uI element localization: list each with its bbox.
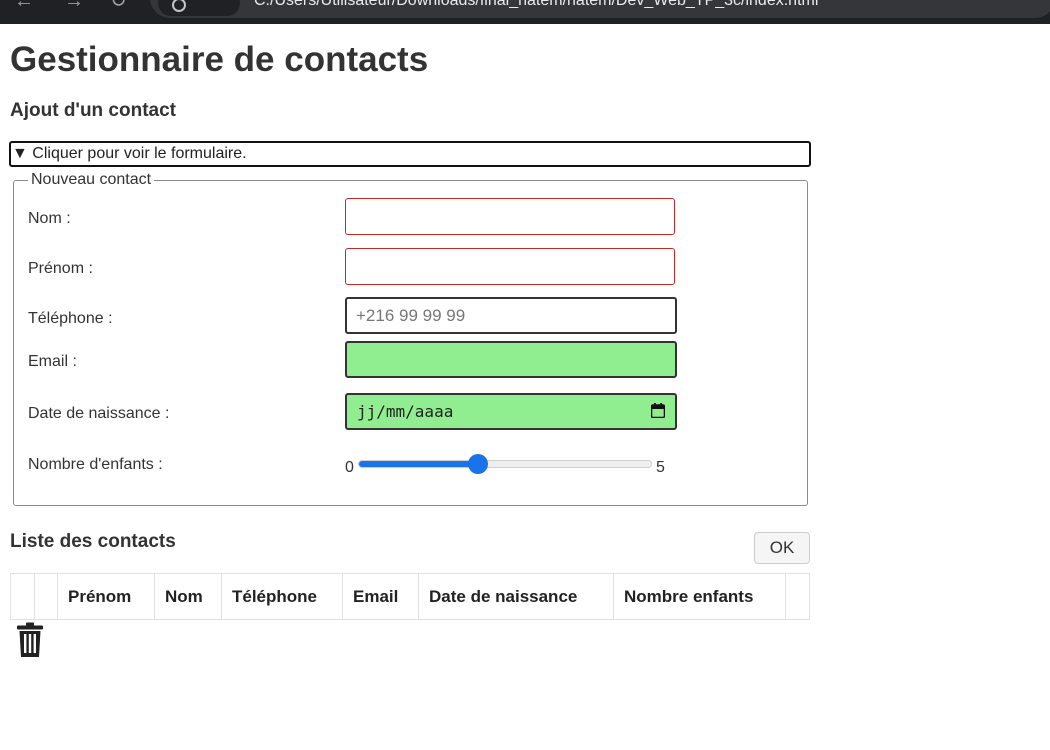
back-arrow-icon[interactable]: ← <box>14 0 34 11</box>
enfants-label: Nombre d'enfants : <box>28 456 163 473</box>
site-info-icon <box>172 0 186 12</box>
enfants-slider-thumb[interactable] <box>467 454 488 474</box>
range-max-label: 5 <box>656 459 665 476</box>
url-text: C:/Users/Utilisateur/Downloads/final_hat… <box>254 0 819 9</box>
trash-icon[interactable] <box>16 622 44 658</box>
header-telephone: Téléphone <box>222 574 343 619</box>
table-header-cell <box>11 574 35 619</box>
email-label: Email : <box>28 353 77 370</box>
table-header-cell <box>786 574 809 619</box>
ok-button[interactable]: OK <box>754 532 810 564</box>
telephone-label: Téléphone : <box>28 310 113 327</box>
range-min-label: 0 <box>345 459 354 476</box>
nom-label: Nom : <box>28 210 71 227</box>
form-toggle-summary[interactable]: ▼ Cliquer pour voir le formulaire. <box>9 141 811 167</box>
contacts-table: Prénom Nom Téléphone Email Date de naiss… <box>10 573 810 620</box>
forward-arrow-icon[interactable]: → <box>64 0 84 11</box>
enfants-slider-fill <box>359 461 479 467</box>
header-prenom: Prénom <box>58 574 155 619</box>
header-date-naissance: Date de naissance <box>419 574 614 619</box>
browser-toolbar: ← → ↻ C:/Users/Utilisateur/Downloads/fin… <box>0 0 1050 24</box>
date-input[interactable]: jj/mm/aaaa <box>345 393 677 430</box>
calendar-icon[interactable] <box>651 403 665 418</box>
date-label: Date de naissance : <box>28 405 170 422</box>
telephone-input[interactable] <box>345 297 677 334</box>
email-input[interactable] <box>345 341 677 378</box>
date-placeholder: jj/mm/aaaa <box>357 402 454 421</box>
prenom-input[interactable] <box>345 248 675 285</box>
header-nom: Nom <box>155 574 222 619</box>
fieldset-legend: Nouveau contact <box>28 170 155 190</box>
site-info-chip[interactable] <box>158 0 240 16</box>
page-title: Gestionnaire de contacts <box>10 40 429 79</box>
address-bar[interactable]: C:/Users/Utilisateur/Downloads/final_hat… <box>150 0 1050 18</box>
contacts-list-heading: Liste des contacts <box>10 531 176 552</box>
header-nombre-enfants: Nombre enfants <box>614 574 786 619</box>
add-contact-heading: Ajout d'un contact <box>10 100 176 121</box>
header-email: Email <box>343 574 419 619</box>
table-header-cell <box>35 574 58 619</box>
enfants-slider-track[interactable] <box>358 460 652 468</box>
prenom-label: Prénom : <box>28 260 93 277</box>
nom-input[interactable] <box>345 198 675 235</box>
reload-icon[interactable]: ↻ <box>110 0 127 11</box>
